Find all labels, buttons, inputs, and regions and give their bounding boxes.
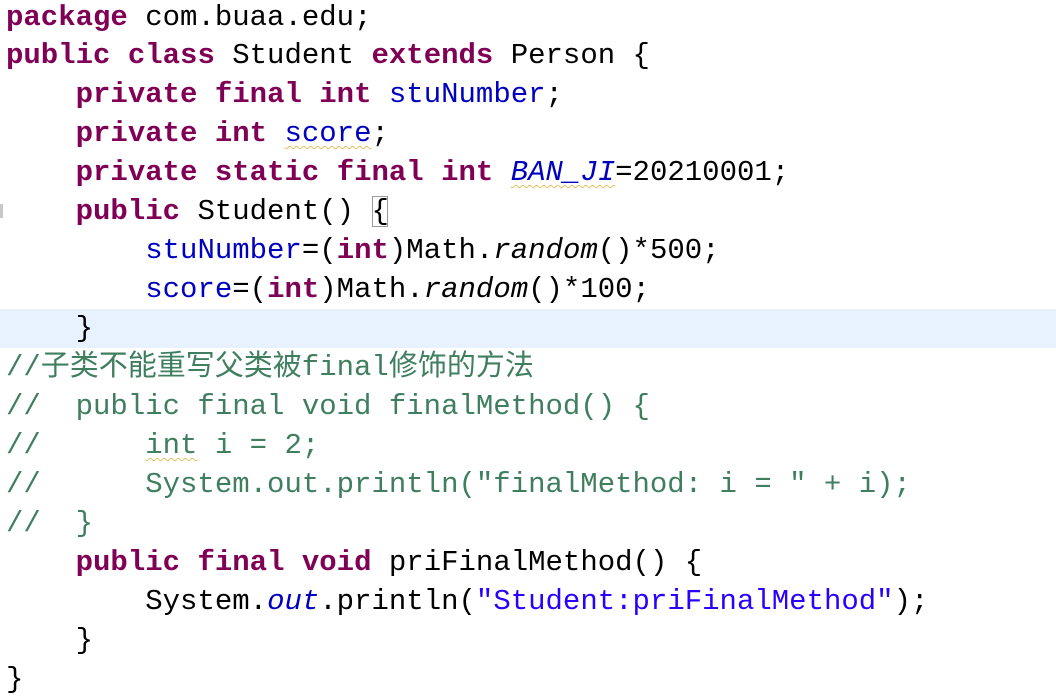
code-text: ;	[371, 117, 389, 150]
code-text: priFinalMethod() {	[371, 546, 703, 579]
code-line-5[interactable]: private static final int BAN_JI=20210001…	[0, 153, 1056, 192]
code-line-6[interactable]: public Student() {	[0, 192, 1056, 231]
code-text: Student()	[180, 195, 372, 228]
keyword: private	[75, 117, 198, 150]
code-text: Person {	[493, 39, 650, 72]
keyword: public	[75, 195, 181, 228]
code-line-9-current[interactable]: }	[0, 309, 1056, 348]
keyword: int	[336, 234, 389, 267]
code-text: }	[6, 624, 94, 657]
keyword: extends	[371, 39, 494, 72]
keyword: class	[127, 39, 215, 72]
code-line-1[interactable]: package com.buaa.edu;	[0, 0, 1056, 37]
field-identifier: score	[284, 117, 372, 150]
comment: //子类不能重写父类被final修饰的方法	[6, 351, 534, 384]
comment: // public final void finalMethod() {	[6, 390, 650, 423]
keyword: final	[336, 156, 424, 189]
code-line-13[interactable]: // System.out.println("finalMethod: i = …	[0, 465, 1056, 504]
code-text: com.buaa.edu;	[127, 1, 372, 34]
code-text: System.	[145, 585, 268, 618]
code-line-17[interactable]: }	[0, 621, 1056, 660]
comment-warning: int	[145, 429, 198, 462]
keyword: private	[75, 78, 198, 111]
static-field: out	[267, 585, 320, 618]
comment: // System.out.println("finalMethod: i = …	[6, 468, 911, 501]
code-text: =(	[301, 234, 337, 267]
code-text: )Math.	[388, 234, 494, 267]
code-text: ()*100;	[528, 273, 650, 306]
field-identifier: stuNumber	[145, 234, 302, 267]
code-text: }	[6, 663, 24, 696]
code-line-7[interactable]: stuNumber=(int)Math.random()*500;	[0, 231, 1056, 270]
code-line-10[interactable]: //子类不能重写父类被final修饰的方法	[0, 348, 1056, 387]
keyword: private	[75, 156, 198, 189]
comment: i = 2;	[197, 429, 320, 462]
keyword: int	[267, 273, 320, 306]
keyword: void	[301, 546, 372, 579]
code-text: );	[893, 585, 929, 618]
keyword: package	[6, 1, 128, 34]
keyword: public	[6, 39, 111, 72]
code-line-4[interactable]: private int score;	[0, 114, 1056, 153]
keyword: int	[441, 156, 494, 189]
code-text: }	[6, 312, 94, 345]
code-line-8[interactable]: score=(int)Math.random()*100;	[0, 270, 1056, 309]
code-line-3[interactable]: private final int stuNumber;	[0, 75, 1056, 114]
code-line-12[interactable]: // int i = 2;	[0, 426, 1056, 465]
code-line-18[interactable]: }	[0, 660, 1056, 699]
code-text: Student	[214, 39, 372, 72]
string-literal: "Student:priFinalMethod"	[475, 585, 894, 618]
code-text: ()*500;	[597, 234, 720, 267]
keyword: public	[75, 546, 181, 579]
comment: //	[6, 429, 146, 462]
code-line-2[interactable]: public class Student extends Person {	[0, 36, 1056, 75]
code-line-15[interactable]: public final void priFinalMethod() {	[0, 543, 1056, 582]
static-method: random	[493, 234, 598, 267]
code-text: ;	[545, 78, 563, 111]
code-text: )Math.	[319, 273, 424, 306]
keyword: static	[214, 156, 320, 189]
code-line-16[interactable]: System.out.println("Student:priFinalMeth…	[0, 582, 1056, 621]
field-identifier: stuNumber	[388, 78, 546, 111]
code-text: .println(	[319, 585, 476, 618]
keyword: final	[214, 78, 302, 111]
code-editor[interactable]: package com.buaa.edu; public class Stude…	[0, 0, 1056, 700]
matching-brace: {	[371, 195, 389, 228]
keyword: final	[197, 546, 285, 579]
field-identifier: score	[145, 273, 233, 306]
constant-identifier: BAN_JI	[510, 156, 616, 189]
keyword: int	[214, 117, 268, 150]
comment: // }	[6, 507, 94, 540]
code-text: =20210001;	[615, 156, 790, 189]
static-method: random	[423, 273, 529, 306]
code-text: =(	[232, 273, 268, 306]
code-line-11[interactable]: // public final void finalMethod() {	[0, 387, 1056, 426]
keyword: int	[319, 78, 372, 111]
code-line-14[interactable]: // }	[0, 504, 1056, 543]
